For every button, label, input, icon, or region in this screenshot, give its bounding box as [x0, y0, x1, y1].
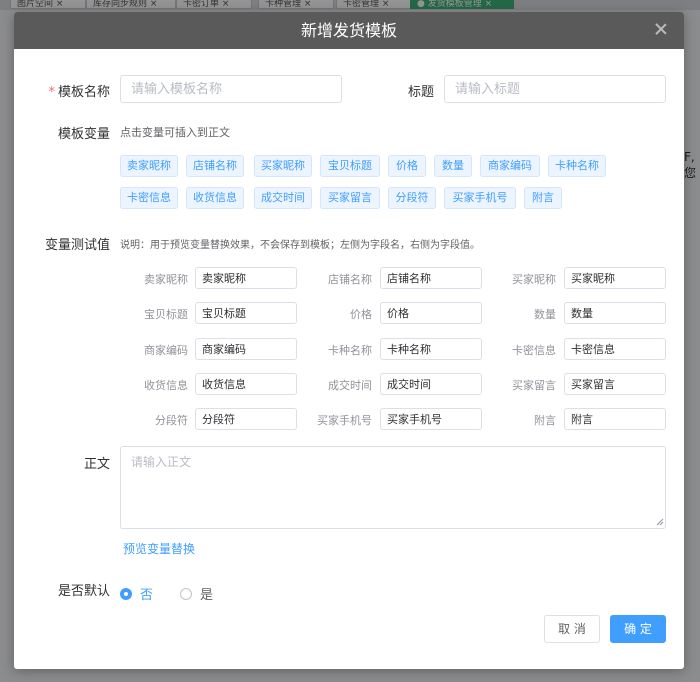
variable-tag[interactable]: 买家留言 [320, 187, 380, 209]
test-field-value[interactable] [564, 373, 666, 395]
test-field-name: 卡密信息 [512, 344, 556, 357]
variable-tag[interactable]: 买家昵称 [254, 155, 312, 177]
variable-tag[interactable]: 附言 [524, 187, 562, 209]
test-field-value[interactable] [195, 338, 297, 360]
radio-label: 否 [140, 588, 154, 603]
cancel-button[interactable]: 取 消 [544, 615, 600, 643]
test-field-name: 卡种名称 [328, 344, 372, 357]
test-field-name: 卖家昵称 [144, 273, 188, 286]
is-default-label: 是否默认 [57, 584, 110, 599]
test-field-value[interactable] [380, 373, 482, 395]
test-field-value[interactable] [564, 338, 666, 360]
test-field-value[interactable] [195, 373, 297, 395]
test-values-label: 变量测试值 [44, 238, 110, 253]
default-no-radio[interactable]: 否 [120, 584, 153, 603]
test-field-name: 成交时间 [328, 379, 372, 392]
test-field-value[interactable] [380, 408, 482, 430]
radio-label: 是 [200, 588, 214, 603]
test-field-value[interactable] [564, 267, 666, 289]
close-icon[interactable] [654, 22, 668, 36]
test-field-name: 宝贝标题 [144, 308, 188, 321]
test-field-name: 店铺名称 [328, 273, 372, 286]
variable-tag[interactable]: 卡种名称 [548, 155, 606, 177]
variable-tag[interactable]: 价格 [388, 155, 426, 177]
test-field-name: 数量 [534, 308, 556, 321]
test-field-name: 附言 [534, 414, 556, 427]
test-field-name: 买家昵称 [512, 273, 556, 286]
template-name-input[interactable] [120, 75, 342, 103]
title-label: 标题 [407, 85, 434, 100]
dialog-title: 新增发货模板 [300, 21, 397, 40]
variable-tag[interactable]: 卡密信息 [120, 187, 178, 209]
variable-tag[interactable]: 宝贝标题 [320, 155, 380, 177]
test-field-value[interactable] [380, 338, 482, 360]
variable-tag[interactable]: 收货信息 [186, 187, 244, 209]
radio-checked-icon [120, 587, 132, 600]
test-field-name: 买家留言 [512, 379, 556, 392]
resize-handle-icon[interactable] [656, 518, 664, 526]
test-field-value[interactable] [380, 267, 482, 289]
template-variables-label: 模板变量 [57, 127, 110, 142]
default-yes-radio[interactable]: 是 [180, 584, 213, 603]
test-values-note: 说明：用于预览变量替换效果，不会保存到模板；左侧为字段名，右侧为字段值。 [120, 240, 480, 251]
body-textarea[interactable] [120, 446, 666, 529]
test-field-name: 分段符 [155, 414, 188, 427]
variable-tag[interactable]: 成交时间 [254, 187, 312, 209]
radio-unchecked-icon [180, 587, 192, 600]
test-field-name: 收货信息 [144, 379, 188, 392]
test-field-value[interactable] [195, 302, 297, 324]
title-input[interactable] [444, 75, 666, 103]
test-field-value[interactable] [195, 267, 297, 289]
test-field-value[interactable] [195, 408, 297, 430]
variable-tag[interactable]: 卖家昵称 [120, 155, 178, 177]
test-field-name: 价格 [350, 308, 372, 321]
variable-tag[interactable]: 买家手机号 [444, 187, 516, 209]
variable-tag[interactable]: 分段符 [388, 187, 436, 209]
confirm-button[interactable]: 确 定 [610, 615, 666, 643]
variable-tag[interactable]: 数量 [434, 155, 472, 177]
dialog-header: 新增发货模板 [14, 12, 684, 49]
variable-tag[interactable]: 店铺名称 [186, 155, 244, 177]
preview-variables-link[interactable]: 预览变量替换 [123, 540, 195, 557]
variable-tag[interactable]: 商家编码 [480, 155, 540, 177]
body-label: 正文 [83, 457, 110, 472]
test-field-value[interactable] [564, 302, 666, 324]
variables-hint: 点击变量可插入到正文 [120, 126, 230, 139]
template-name-label: * 模板名称 [48, 85, 110, 100]
test-field-value[interactable] [380, 302, 482, 324]
test-field-name: 商家编码 [144, 344, 188, 357]
test-field-name: 买家手机号 [317, 414, 372, 427]
add-shipping-template-dialog: 新增发货模板 *模板名称 标题 模板变量 点击变量可插入到正文 卖家昵称 店铺名… [14, 12, 684, 669]
test-field-value[interactable] [564, 408, 666, 430]
